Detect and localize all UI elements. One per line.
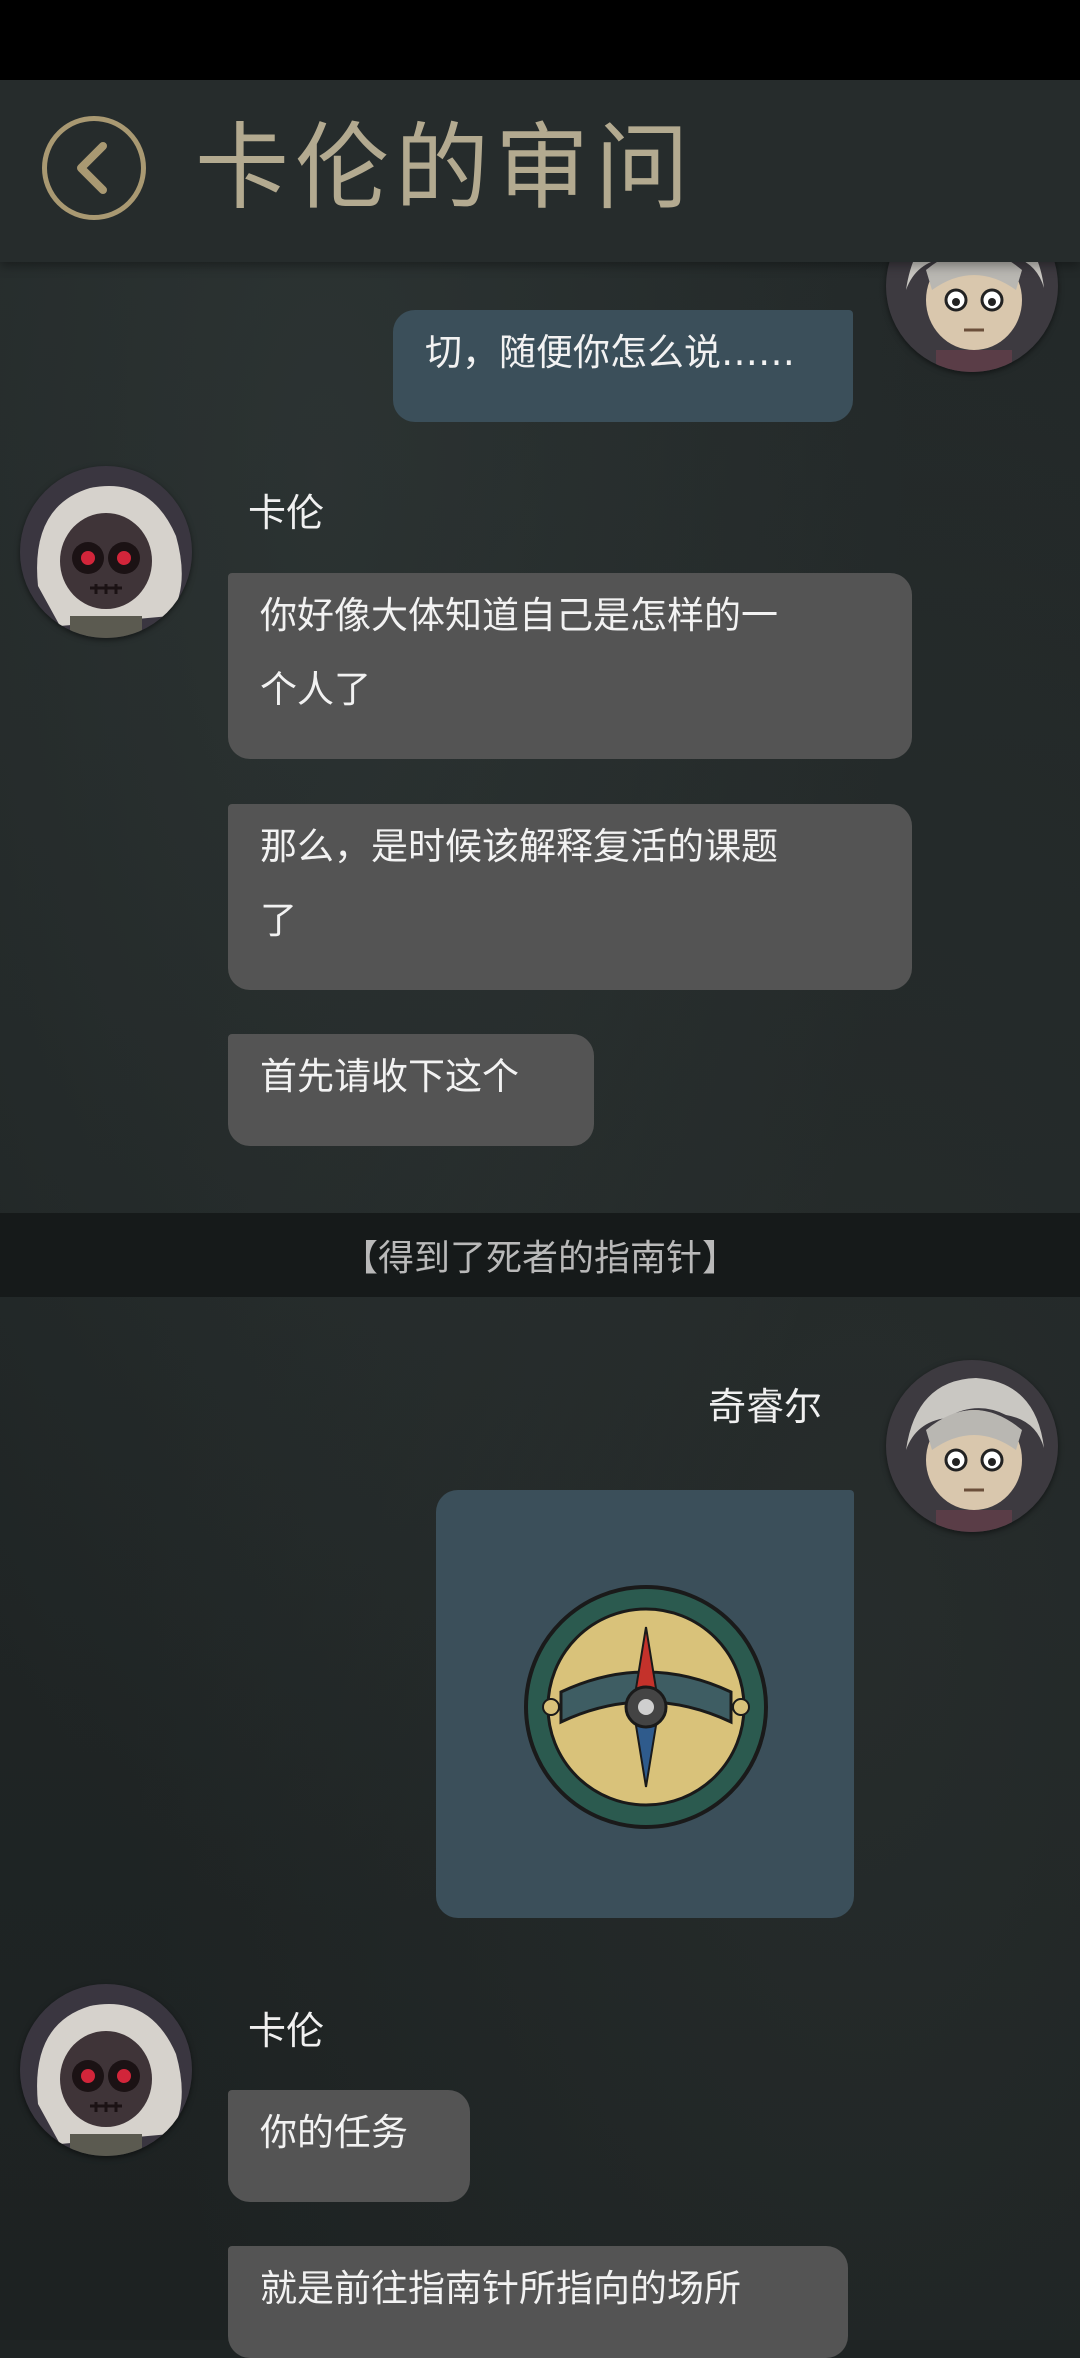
compass-icon (524, 1585, 768, 1829)
image-message-bubble[interactable] (436, 1490, 854, 1918)
page-title: 卡伦的审问 (195, 114, 696, 223)
message-bubble[interactable]: 你好像大体知道自己是怎样的一 个人了 (228, 573, 912, 759)
system-notice: 【得到了死者的指南针】 (0, 1213, 1080, 1297)
message-bubble[interactable]: 你的任务 (228, 2090, 470, 2202)
sender-name: 卡伦 (248, 491, 325, 535)
back-button[interactable] (42, 116, 146, 220)
back-chevron-icon (77, 142, 107, 194)
message-line: 那么，是时候该解释复活的课题 (260, 825, 778, 868)
message-bubble[interactable]: 首先请收下这个 (228, 1034, 594, 1146)
status-bar (0, 0, 1080, 80)
message-bubble[interactable]: 切，随便你怎么说…… (393, 310, 853, 422)
sender-name: 奇睿尔 (708, 1385, 823, 1429)
message-bubble[interactable]: 就是前往指南针所指向的场所 (228, 2246, 848, 2358)
avatar-karen[interactable] (20, 466, 192, 638)
message-line: 你好像大体知道自己是怎样的一 (260, 594, 778, 637)
message-bubble[interactable]: 那么，是时候该解释复活的课题 了 (228, 804, 912, 990)
sender-name: 卡伦 (248, 2009, 325, 2053)
message-line: 个人了 (260, 668, 371, 711)
avatar-qiruier[interactable] (886, 1360, 1058, 1532)
header-bar: 卡伦的审问 (0, 80, 1080, 262)
message-line: 了 (260, 899, 297, 942)
avatar-karen[interactable] (20, 1984, 192, 2156)
